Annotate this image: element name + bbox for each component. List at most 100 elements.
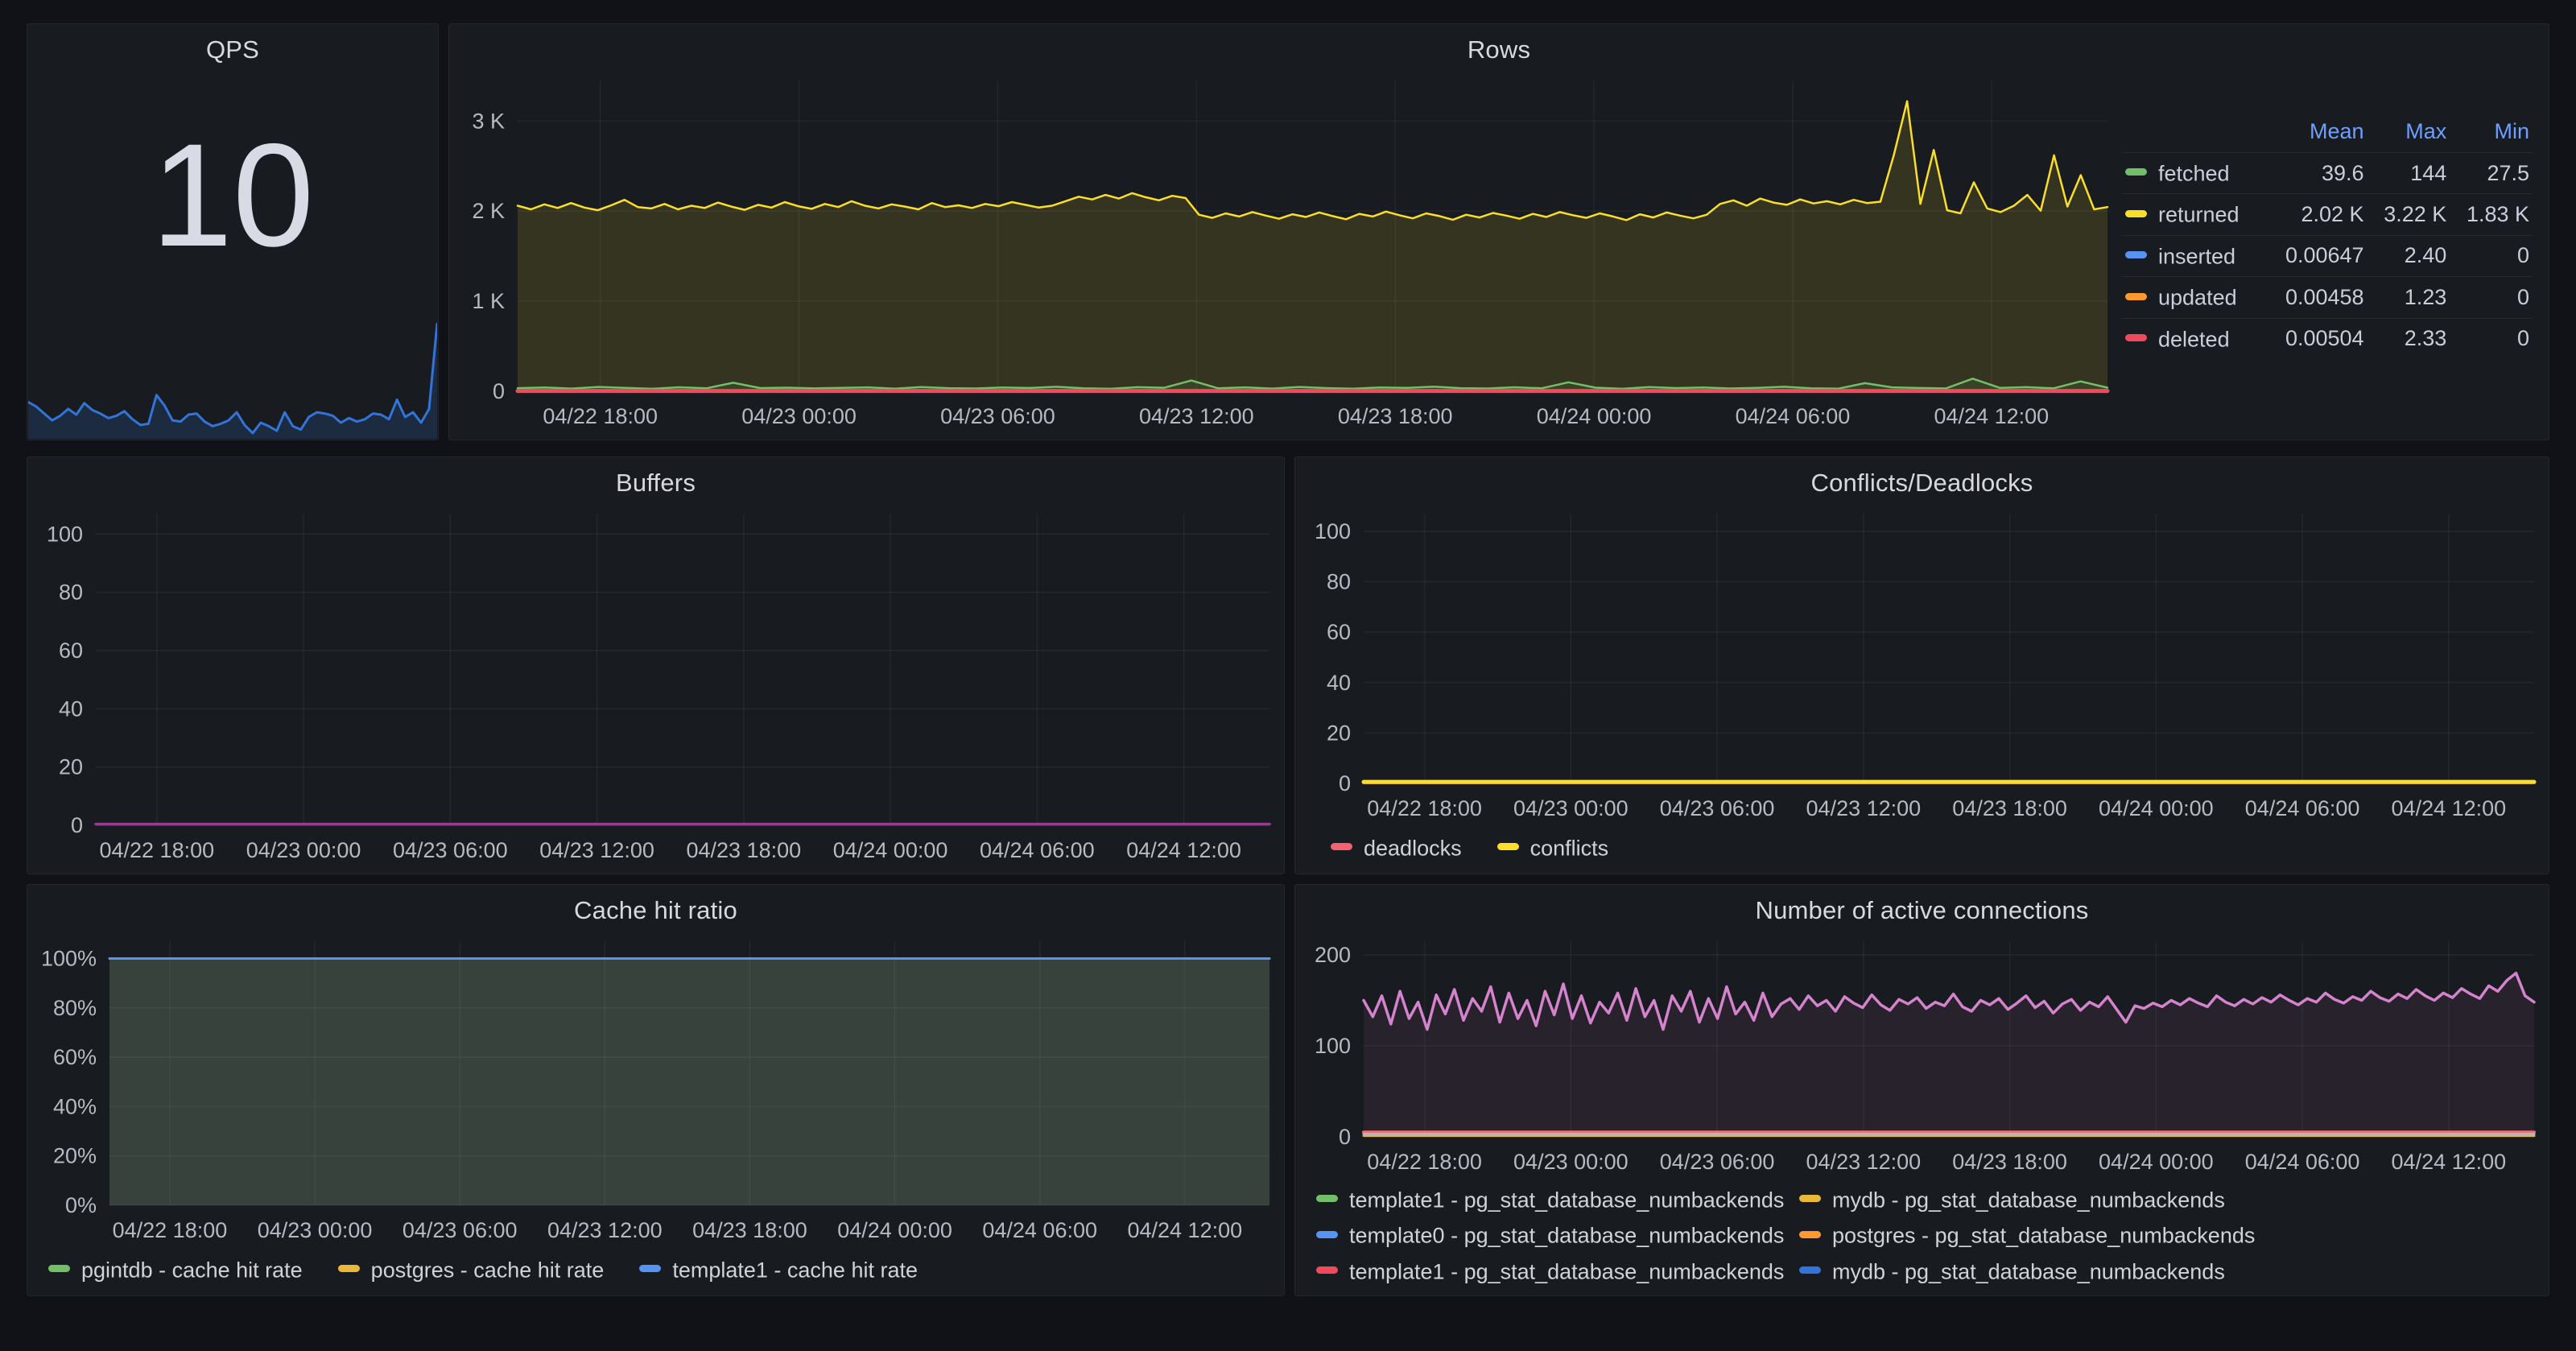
svg-text:0: 0 <box>1339 1125 1351 1149</box>
legend-sort-min[interactable]: Min <box>2450 114 2533 153</box>
legend-item-deadlocks[interactable]: deadlocks <box>1331 835 1462 861</box>
svg-text:2 K: 2 K <box>472 199 505 223</box>
panel-title-cache-hit-ratio[interactable]: Cache hit ratio <box>27 885 1284 930</box>
svg-text:04/23 06:00: 04/23 06:00 <box>1660 796 1775 820</box>
svg-text:0%: 0% <box>65 1193 97 1217</box>
legend-series-column-header <box>2122 114 2266 153</box>
svg-text:04/23 00:00: 04/23 00:00 <box>741 404 857 428</box>
cache-legend: pgintdb - cache hit rate postgres - cach… <box>27 1254 1284 1295</box>
svg-text:04/22 18:00: 04/22 18:00 <box>99 838 214 862</box>
panel-qps: QPS 10 <box>27 23 439 440</box>
svg-text:80%: 80% <box>53 996 97 1020</box>
legend-item-pgintdb-cache-hit-rate[interactable]: pgintdb - cache hit rate <box>48 1257 303 1283</box>
max-value: 144 <box>2368 153 2450 194</box>
legend-item-template1-numbackends-2[interactable]: template1 - pg_stat_database_numbackends <box>1316 1258 1799 1284</box>
legend-row-deleted[interactable]: deleted 0.00504 2.33 0 <box>2122 318 2533 359</box>
mean-value: 0.00647 <box>2266 235 2368 276</box>
svg-text:04/24 00:00: 04/24 00:00 <box>2099 796 2214 820</box>
series-swatch <box>1799 1231 1821 1238</box>
svg-text:04/24 00:00: 04/24 00:00 <box>833 838 948 862</box>
series-label[interactable]: fetched <box>2158 161 2230 185</box>
svg-text:60%: 60% <box>53 1045 97 1069</box>
series-swatch <box>1316 1266 1338 1274</box>
legend-item-postgres-cache-hit-rate[interactable]: postgres - cache hit rate <box>338 1257 605 1283</box>
svg-text:04/24 12:00: 04/24 12:00 <box>1934 404 2050 428</box>
svg-text:200: 200 <box>1315 943 1351 967</box>
min-value: 0 <box>2450 235 2533 276</box>
svg-text:04/24 00:00: 04/24 00:00 <box>1537 404 1652 428</box>
qps-sparkline[interactable] <box>28 318 437 439</box>
svg-text:20%: 20% <box>53 1144 97 1168</box>
legend-row-updated[interactable]: updated 0.00458 1.23 0 <box>2122 277 2533 318</box>
legend-item-conflicts[interactable]: conflicts <box>1497 835 1609 861</box>
svg-text:80: 80 <box>59 580 83 605</box>
svg-text:04/23 00:00: 04/23 00:00 <box>258 1218 373 1242</box>
legend-item-mydb-numbackends[interactable]: mydb - pg_stat_database_numbackends <box>1799 1187 2542 1213</box>
svg-text:04/23 12:00: 04/23 12:00 <box>547 1218 663 1242</box>
svg-text:04/23 18:00: 04/23 18:00 <box>1952 1150 2067 1174</box>
svg-text:04/24 00:00: 04/24 00:00 <box>837 1218 952 1242</box>
panel-buffers: Buffers 02040608010004/22 18:0004/23 00:… <box>27 457 1285 874</box>
series-label[interactable]: deleted <box>2158 327 2230 351</box>
svg-text:04/23 18:00: 04/23 18:00 <box>1952 796 2067 820</box>
buffers-chart[interactable]: 02040608010004/22 18:0004/23 00:0004/23 … <box>27 502 1284 874</box>
panel-title-conflicts-deadlocks[interactable]: Conflicts/Deadlocks <box>1295 457 2549 502</box>
conflicts-legend: deadlocks conflicts <box>1295 832 2549 874</box>
svg-text:40: 40 <box>1327 671 1351 695</box>
max-value: 2.40 <box>2368 235 2450 276</box>
series-swatch <box>48 1265 70 1272</box>
panel-title-rows[interactable]: Rows <box>449 24 2549 69</box>
panel-title-buffers[interactable]: Buffers <box>27 457 1284 502</box>
legend-sort-mean[interactable]: Mean <box>2266 114 2368 153</box>
legend-row-inserted[interactable]: inserted 0.00647 2.40 0 <box>2122 235 2533 276</box>
svg-text:04/24 06:00: 04/24 06:00 <box>1736 404 1851 428</box>
mean-value: 39.6 <box>2266 153 2368 194</box>
series-swatch <box>1799 1195 1821 1202</box>
series-swatch <box>1497 843 1519 850</box>
series-label[interactable]: returned <box>2158 203 2240 227</box>
svg-text:04/24 12:00: 04/24 12:00 <box>1127 1218 1242 1242</box>
panel-title-qps[interactable]: QPS <box>27 24 438 69</box>
svg-text:80: 80 <box>1327 570 1351 594</box>
svg-text:0: 0 <box>71 813 83 837</box>
rows-legend-table: Mean Max Min fetched 39.6 144 27.5 <box>2122 114 2533 359</box>
svg-text:04/23 18:00: 04/23 18:00 <box>1338 404 1453 428</box>
legend-row-fetched[interactable]: fetched 39.6 144 27.5 <box>2122 153 2533 194</box>
legend-row-returned[interactable]: returned 2.02 K 3.22 K 1.83 K <box>2122 194 2533 235</box>
svg-text:20: 20 <box>1327 721 1351 745</box>
series-label[interactable]: updated <box>2158 286 2237 310</box>
rows-chart[interactable]: 01 K2 K3 K04/22 18:0004/23 00:0004/23 06… <box>449 69 2122 440</box>
svg-text:04/23 12:00: 04/23 12:00 <box>539 838 654 862</box>
svg-text:04/23 06:00: 04/23 06:00 <box>1660 1150 1775 1174</box>
svg-text:04/24 06:00: 04/24 06:00 <box>2245 1150 2360 1174</box>
min-value: 0 <box>2450 318 2533 359</box>
svg-text:3 K: 3 K <box>472 109 505 133</box>
legend-item-template0-numbackends[interactable]: template0 - pg_stat_database_numbackends <box>1316 1222 1799 1248</box>
svg-text:04/24 12:00: 04/24 12:00 <box>2392 1150 2507 1174</box>
svg-text:04/24 12:00: 04/24 12:00 <box>2392 796 2507 820</box>
panel-cache-hit-ratio: Cache hit ratio 0%20%40%60%80%100%04/22 … <box>27 884 1285 1296</box>
svg-text:04/24 06:00: 04/24 06:00 <box>980 838 1095 862</box>
svg-text:100%: 100% <box>41 946 97 970</box>
svg-text:04/22 18:00: 04/22 18:00 <box>543 404 658 428</box>
svg-text:60: 60 <box>59 638 83 663</box>
conflicts-deadlocks-chart[interactable]: 02040608010004/22 18:0004/23 00:0004/23 … <box>1295 502 2549 832</box>
rows-legend-table-wrap: Mean Max Min fetched 39.6 144 27.5 <box>2122 69 2549 440</box>
svg-text:100: 100 <box>1315 519 1351 543</box>
legend-item-template1-numbackends[interactable]: template1 - pg_stat_database_numbackends <box>1316 1187 1799 1213</box>
panel-rows: Rows 01 K2 K3 K04/22 18:0004/23 00:0004/… <box>448 23 2549 440</box>
svg-text:04/23 18:00: 04/23 18:00 <box>686 838 801 862</box>
svg-text:04/23 06:00: 04/23 06:00 <box>393 838 508 862</box>
series-label[interactable]: inserted <box>2158 244 2235 268</box>
legend-item-postgres-numbackends[interactable]: postgres - pg_stat_database_numbackends <box>1799 1222 2542 1248</box>
legend-item-template1-cache-hit-rate[interactable]: template1 - cache hit rate <box>639 1257 918 1283</box>
legend-item-mydb-numbackends-2[interactable]: mydb - pg_stat_database_numbackends <box>1799 1258 2542 1284</box>
svg-text:04/22 18:00: 04/22 18:00 <box>1367 1150 1482 1174</box>
active-connections-chart[interactable]: 010020004/22 18:0004/23 00:0004/23 06:00… <box>1295 930 2549 1185</box>
grafana-dashboard: QPS 10 Rows 01 K2 K3 K04/22 18:0004/23 0… <box>0 0 2576 1351</box>
legend-sort-max[interactable]: Max <box>2368 114 2450 153</box>
cache-hit-ratio-chart[interactable]: 0%20%40%60%80%100%04/22 18:0004/23 00:00… <box>27 930 1284 1254</box>
svg-text:40%: 40% <box>53 1094 97 1118</box>
min-value: 1.83 K <box>2450 194 2533 235</box>
panel-title-active-connections[interactable]: Number of active connections <box>1295 885 2549 930</box>
